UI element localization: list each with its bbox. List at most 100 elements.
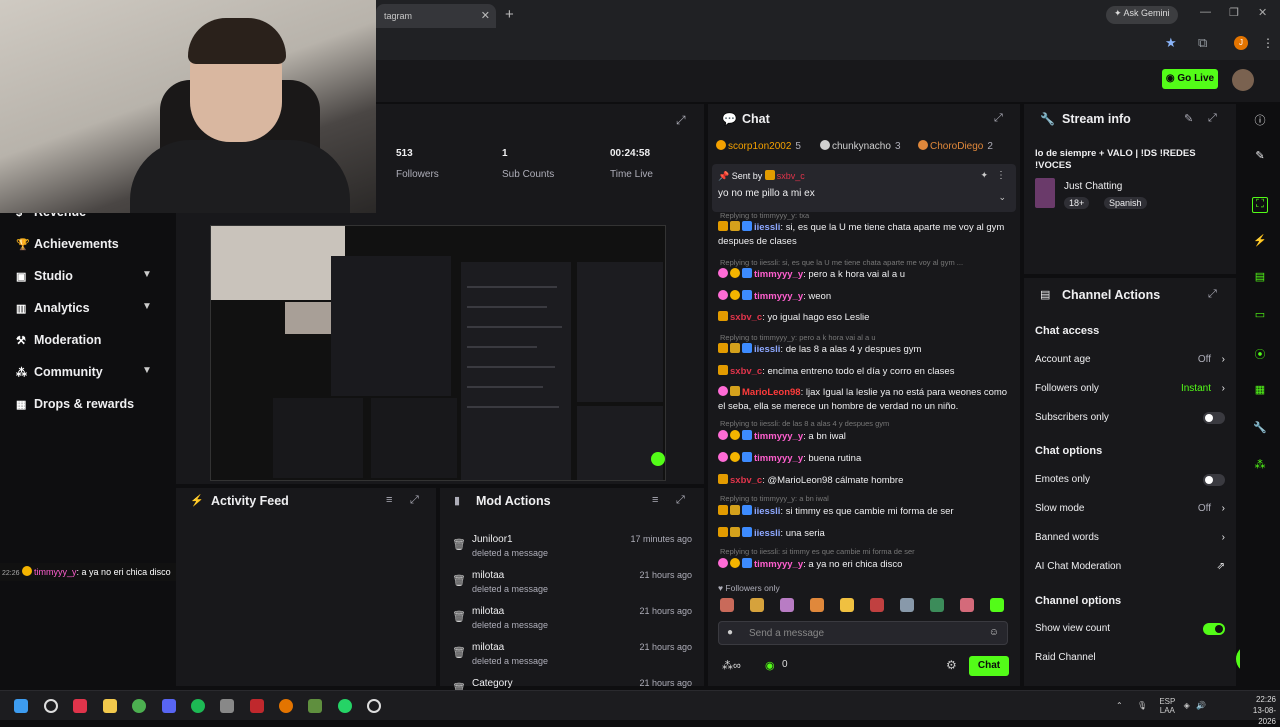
fullscreen-icon[interactable]: ⛶ bbox=[1252, 197, 1268, 213]
top-gifter[interactable]: scorp1on2002 5 bbox=[716, 140, 801, 152]
app-icon[interactable] bbox=[367, 699, 381, 713]
whatsapp-icon[interactable] bbox=[338, 699, 352, 713]
users-icon[interactable]: ⁂∞ bbox=[722, 659, 741, 672]
chat-username[interactable]: sxbv_c bbox=[730, 312, 762, 323]
clock[interactable]: 22:26 13-08-2026 bbox=[1240, 694, 1276, 727]
spotify-icon[interactable] bbox=[191, 699, 205, 713]
banned-words-row[interactable]: Banned words › bbox=[1035, 532, 1225, 543]
emote-icon[interactable] bbox=[720, 598, 734, 612]
pinned-message[interactable]: 📌 Sent by sxbv_c yo no me pillo a mi ex … bbox=[712, 164, 1016, 212]
edit-icon[interactable]: ✎ bbox=[1184, 112, 1193, 125]
chat-message[interactable]: iiessli: si timmy es que cambie mi forma… bbox=[718, 505, 1014, 519]
chevron-down-icon[interactable]: ⌄ bbox=[998, 192, 1006, 203]
sidebar-item-drops-rewards[interactable]: ▦ Drops & rewards bbox=[16, 397, 134, 417]
chat-username[interactable]: iiessli bbox=[754, 222, 780, 233]
followers-only-row[interactable]: Followers only Instant › bbox=[1035, 383, 1225, 394]
emote-icon[interactable] bbox=[900, 598, 914, 612]
popout-icon[interactable]: ⤢ bbox=[676, 494, 685, 507]
chat-message[interactable]: iiessli: si, es que la U me tiene chata … bbox=[718, 221, 1014, 249]
discord-icon[interactable] bbox=[162, 699, 176, 713]
emote-icon[interactable] bbox=[870, 598, 884, 612]
go-live-button[interactable]: ◉ Go Live bbox=[1162, 69, 1218, 89]
network-icon[interactable]: ◈ bbox=[1184, 701, 1190, 710]
volume-icon[interactable]: 🔊 bbox=[1196, 701, 1206, 710]
sidebar-item-moderation[interactable]: ⚒ Moderation bbox=[16, 333, 101, 353]
obs-icon[interactable] bbox=[250, 699, 264, 713]
slow-mode-row[interactable]: Slow mode Off › bbox=[1035, 503, 1225, 514]
chat-username[interactable]: timmyyy_y bbox=[754, 269, 803, 280]
chat-username[interactable]: sxbv_c bbox=[730, 366, 762, 377]
chat-username[interactable]: timmyyy_y bbox=[754, 559, 803, 570]
reply-context[interactable]: Replying to iiessli: si timmy es que cam… bbox=[720, 547, 915, 556]
chat-message[interactable]: timmyyy_y: a ya no eri chica disco bbox=[718, 558, 1014, 572]
chat-message[interactable]: timmyyy_y: weon bbox=[718, 290, 1014, 304]
emote-icon[interactable] bbox=[780, 598, 794, 612]
subscribers-only-toggle[interactable] bbox=[1203, 412, 1225, 424]
chat-message[interactable]: iiessli: una seria bbox=[718, 527, 1014, 541]
pin-icon[interactable]: ✦ bbox=[980, 170, 988, 181]
wrench-icon[interactable]: 🔧 bbox=[1252, 421, 1268, 437]
ask-gemini-button[interactable]: ✦ Ask Gemini bbox=[1106, 6, 1178, 24]
sidebar-item-analytics[interactable]: ▥ Analytics ▼ bbox=[16, 301, 152, 321]
chat-username[interactable]: timmyyy_y bbox=[754, 291, 803, 302]
popout-icon[interactable]: ⤢ bbox=[410, 494, 419, 507]
emote-icon[interactable] bbox=[750, 598, 764, 612]
reply-context[interactable]: Replying to iiessli: si, es que la U me … bbox=[720, 258, 963, 267]
pencil-icon[interactable]: ✎ bbox=[1252, 149, 1268, 165]
chat-message[interactable]: timmyyy_y: pero a k hora vai al a u bbox=[718, 268, 1014, 282]
popout-icon[interactable]: ⤢ bbox=[994, 112, 1003, 125]
chat-username[interactable]: sxbv_c bbox=[730, 475, 762, 486]
chat-username[interactable]: iiessli bbox=[754, 344, 780, 355]
language-label[interactable]: ESP bbox=[1159, 697, 1175, 706]
chat-icon[interactable]: ▭ bbox=[1252, 308, 1268, 324]
user-avatar[interactable] bbox=[1232, 69, 1254, 91]
maximize-icon[interactable]: ❐ bbox=[1229, 6, 1239, 19]
mod-action-user[interactable]: Category bbox=[472, 678, 513, 689]
stream-preview-video[interactable] bbox=[210, 225, 666, 481]
layout-icon[interactable]: ▦ bbox=[1252, 383, 1268, 399]
chat-message[interactable]: MarioLeon98: ljax Igual la leslie ya no … bbox=[718, 386, 1014, 414]
reply-context[interactable]: Replying to iiessli: de las 8 a alas 4 y… bbox=[720, 419, 889, 428]
chat-input[interactable]: ● Send a message ☺ bbox=[718, 621, 1008, 645]
reply-context[interactable]: Replying to timmyyy_y: a bn iwal bbox=[720, 494, 829, 503]
app-icon[interactable] bbox=[73, 699, 87, 713]
settings-icon[interactable] bbox=[220, 699, 234, 713]
more-icon[interactable]: ⋮ bbox=[996, 170, 1006, 181]
info-icon[interactable]: ⓘ bbox=[1252, 112, 1268, 128]
extensions-icon[interactable]: ⧉ bbox=[1198, 35, 1207, 51]
app-icon[interactable] bbox=[308, 699, 322, 713]
chat-message[interactable]: timmyyy_y: buena rutina bbox=[718, 452, 1014, 466]
chat-username[interactable]: MarioLeon98 bbox=[742, 387, 801, 398]
chat-send-button[interactable]: Chat bbox=[969, 656, 1009, 676]
chat-username[interactable]: iiessli bbox=[754, 528, 780, 539]
emotes-only-toggle[interactable] bbox=[1203, 474, 1225, 486]
chat-username[interactable]: timmyyy_y bbox=[754, 431, 803, 442]
chrome-icon[interactable] bbox=[132, 699, 146, 713]
folder-icon[interactable] bbox=[103, 699, 117, 713]
chat-message[interactable]: timmyyy_y: a bn iwal bbox=[718, 430, 1014, 444]
browser-tab[interactable]: tagram ✕ bbox=[376, 4, 496, 28]
gear-icon[interactable]: ⚙ bbox=[946, 658, 957, 672]
search-icon[interactable] bbox=[44, 699, 58, 713]
mic-icon[interactable]: 🎙 bbox=[1137, 701, 1147, 710]
popout-icon[interactable]: ⤢ bbox=[1208, 112, 1217, 125]
top-gifter[interactable]: ChoroDiego 2 bbox=[918, 140, 993, 152]
bookmark-star-icon[interactable]: ★ bbox=[1165, 35, 1177, 51]
top-gifter[interactable]: chunkynacho 3 bbox=[820, 140, 901, 152]
sidebar-item-community[interactable]: ⁂ Community ▼ bbox=[16, 365, 152, 385]
raid-channel-row[interactable]: Raid Channel bbox=[1035, 652, 1225, 663]
users-icon[interactable]: ⁂ bbox=[1252, 458, 1268, 474]
profile-avatar[interactable]: J bbox=[1234, 36, 1248, 50]
sidebar-item-studio[interactable]: ▣ Studio ▼ bbox=[16, 269, 152, 289]
lightning-icon[interactable]: ⚡ bbox=[1252, 234, 1268, 250]
popout-icon[interactable]: ⤢ bbox=[676, 113, 686, 128]
emote-icon[interactable] bbox=[960, 598, 974, 612]
chat-message[interactable]: iiessli: de las 8 a alas 4 y despues gym bbox=[718, 343, 1014, 357]
chat-message[interactable]: sxbv_c: yo igual hago eso Leslie bbox=[718, 311, 1014, 325]
emoji-icon[interactable]: ☺ bbox=[989, 627, 999, 638]
mod-action-user[interactable]: milotaa bbox=[472, 570, 504, 581]
start-icon[interactable] bbox=[14, 699, 28, 713]
chat-message[interactable]: sxbv_c: @MarioLeon98 cálmate hombre bbox=[718, 474, 1014, 488]
chevron-up-icon[interactable]: ⌃ bbox=[1116, 701, 1123, 710]
category-thumbnail[interactable] bbox=[1035, 178, 1055, 208]
